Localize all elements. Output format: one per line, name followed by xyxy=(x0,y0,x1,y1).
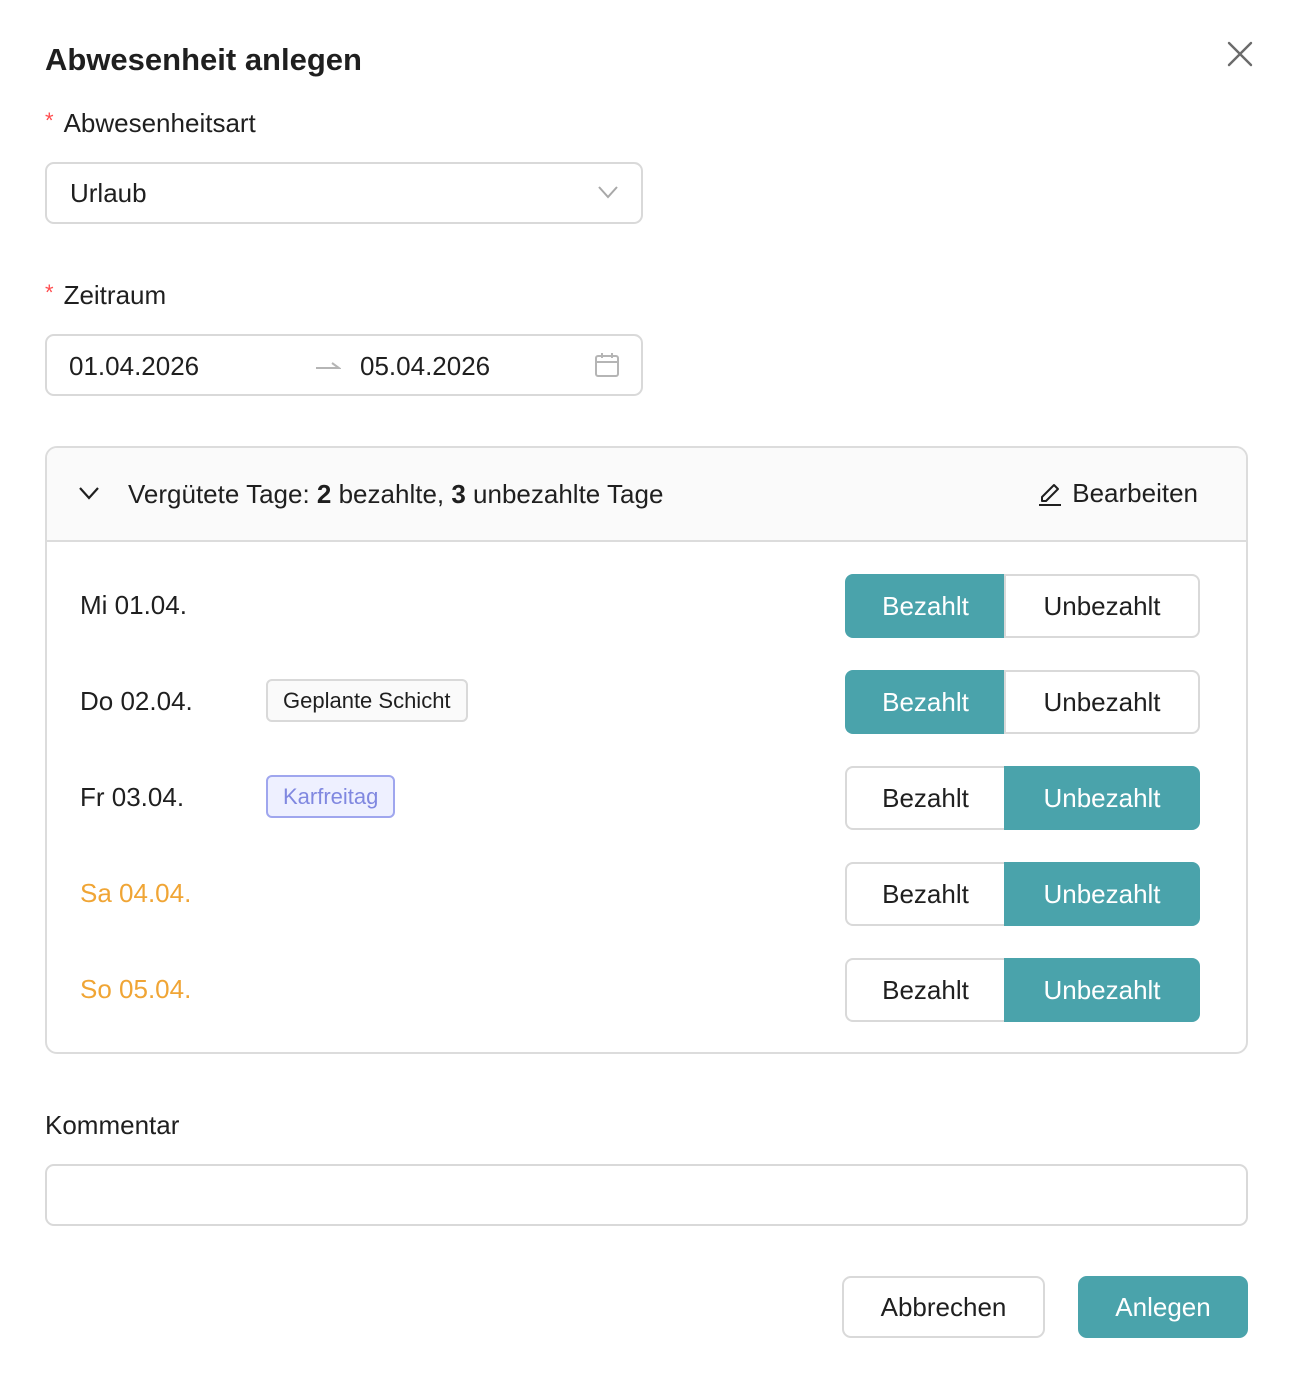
paid-toggle: Bezahlt Unbezahlt xyxy=(845,574,1200,638)
day-row: So 05.04. Bezahlt Unbezahlt xyxy=(47,958,1246,1022)
paid-toggle: Bezahlt Unbezahlt xyxy=(845,670,1200,734)
paid-option-button[interactable]: Bezahlt xyxy=(845,574,1004,638)
absence-type-select[interactable]: Urlaub xyxy=(45,162,643,224)
comment-input[interactable] xyxy=(45,1164,1248,1226)
cancel-button[interactable]: Abbrechen xyxy=(842,1276,1045,1338)
absence-type-label-text: Abwesenheitsart xyxy=(63,108,256,138)
day-date: Fr 03.04. xyxy=(80,782,185,812)
paid-days-header[interactable]: Vergütete Tage: 2 bezahlte, 3 unbezahlte… xyxy=(47,448,1246,542)
unpaid-count: 3 xyxy=(451,479,466,509)
day-row: Mi 01.04. Bezahlt Unbezahlt xyxy=(47,574,1246,638)
date-range-picker[interactable]: 01.04.2026 05.04.2026 xyxy=(45,334,643,396)
day-date: Mi 01.04. xyxy=(80,590,187,620)
period-label: * Zeitraum xyxy=(45,280,166,311)
comment-label: Kommentar xyxy=(45,1110,180,1140)
absence-type-label: * Abwesenheitsart xyxy=(45,108,256,139)
modal-title: Abwesenheit anlegen xyxy=(45,42,362,77)
absence-modal: Abwesenheit anlegen * Abwesenheitsart Url… xyxy=(0,0,1294,1376)
paid-option-button[interactable]: Bezahlt xyxy=(845,862,1004,926)
unpaid-text: unbezahlte Tage xyxy=(465,479,664,509)
paid-days-panel: Vergütete Tage: 2 bezahlte, 3 unbezahlte… xyxy=(45,446,1248,1054)
unpaid-option-button[interactable]: Unbezahlt xyxy=(1004,670,1200,734)
shift-tag: Geplante Schicht xyxy=(266,679,468,722)
close-button[interactable] xyxy=(1222,36,1258,72)
chevron-down-icon[interactable] xyxy=(78,485,100,501)
calendar-icon[interactable] xyxy=(594,352,620,378)
paid-option-button[interactable]: Bezahlt xyxy=(845,958,1004,1022)
edit-button[interactable]: Bearbeiten xyxy=(1037,478,1198,509)
paid-toggle: Bezahlt Unbezahlt xyxy=(845,766,1200,830)
edit-label: Bearbeiten xyxy=(1072,478,1198,508)
absence-type-value: Urlaub xyxy=(70,177,147,208)
submit-button[interactable]: Anlegen xyxy=(1078,1276,1248,1338)
paid-option-button[interactable]: Bezahlt xyxy=(845,766,1004,830)
day-date: Sa 04.04. xyxy=(80,878,192,908)
unpaid-option-button[interactable]: Unbezahlt xyxy=(1004,574,1200,638)
paid-text: bezahlte, xyxy=(331,479,452,509)
day-date: Do 02.04. xyxy=(80,686,193,716)
day-date: So 05.04. xyxy=(80,974,192,1004)
unpaid-option-button[interactable]: Unbezahlt xyxy=(1004,862,1200,926)
day-row: Fr 03.04. Karfreitag Bezahlt Unbezahlt xyxy=(47,766,1246,830)
day-row: Do 02.04. Geplante Schicht Bezahlt Unbezahl… xyxy=(47,670,1246,734)
unpaid-option-button[interactable]: Unbezahlt xyxy=(1004,958,1200,1022)
date-from-input[interactable]: 01.04.2026 xyxy=(69,351,199,382)
paid-days-summary: Vergütete Tage: 2 bezahlte, 3 unbezahlte… xyxy=(128,479,663,510)
date-to-input[interactable]: 05.04.2026 xyxy=(360,351,490,382)
summary-prefix: Vergütete Tage: xyxy=(128,479,317,509)
required-mark: * xyxy=(45,280,54,305)
pencil-icon xyxy=(1039,483,1062,506)
paid-toggle: Bezahlt Unbezahlt xyxy=(845,862,1200,926)
paid-option-button[interactable]: Bezahlt xyxy=(845,670,1004,734)
unpaid-option-button[interactable]: Unbezahlt xyxy=(1004,766,1200,830)
period-label-text: Zeitraum xyxy=(63,280,167,310)
chevron-down-icon xyxy=(598,186,618,199)
paid-toggle: Bezahlt Unbezahlt xyxy=(845,958,1200,1022)
close-icon xyxy=(1227,41,1253,67)
required-mark: * xyxy=(45,108,54,133)
arrow-right-icon xyxy=(316,362,341,369)
holiday-tag: Karfreitag xyxy=(266,775,396,818)
day-row: Sa 04.04. Bezahlt Unbezahlt xyxy=(47,862,1246,926)
paid-count: 2 xyxy=(316,479,332,509)
